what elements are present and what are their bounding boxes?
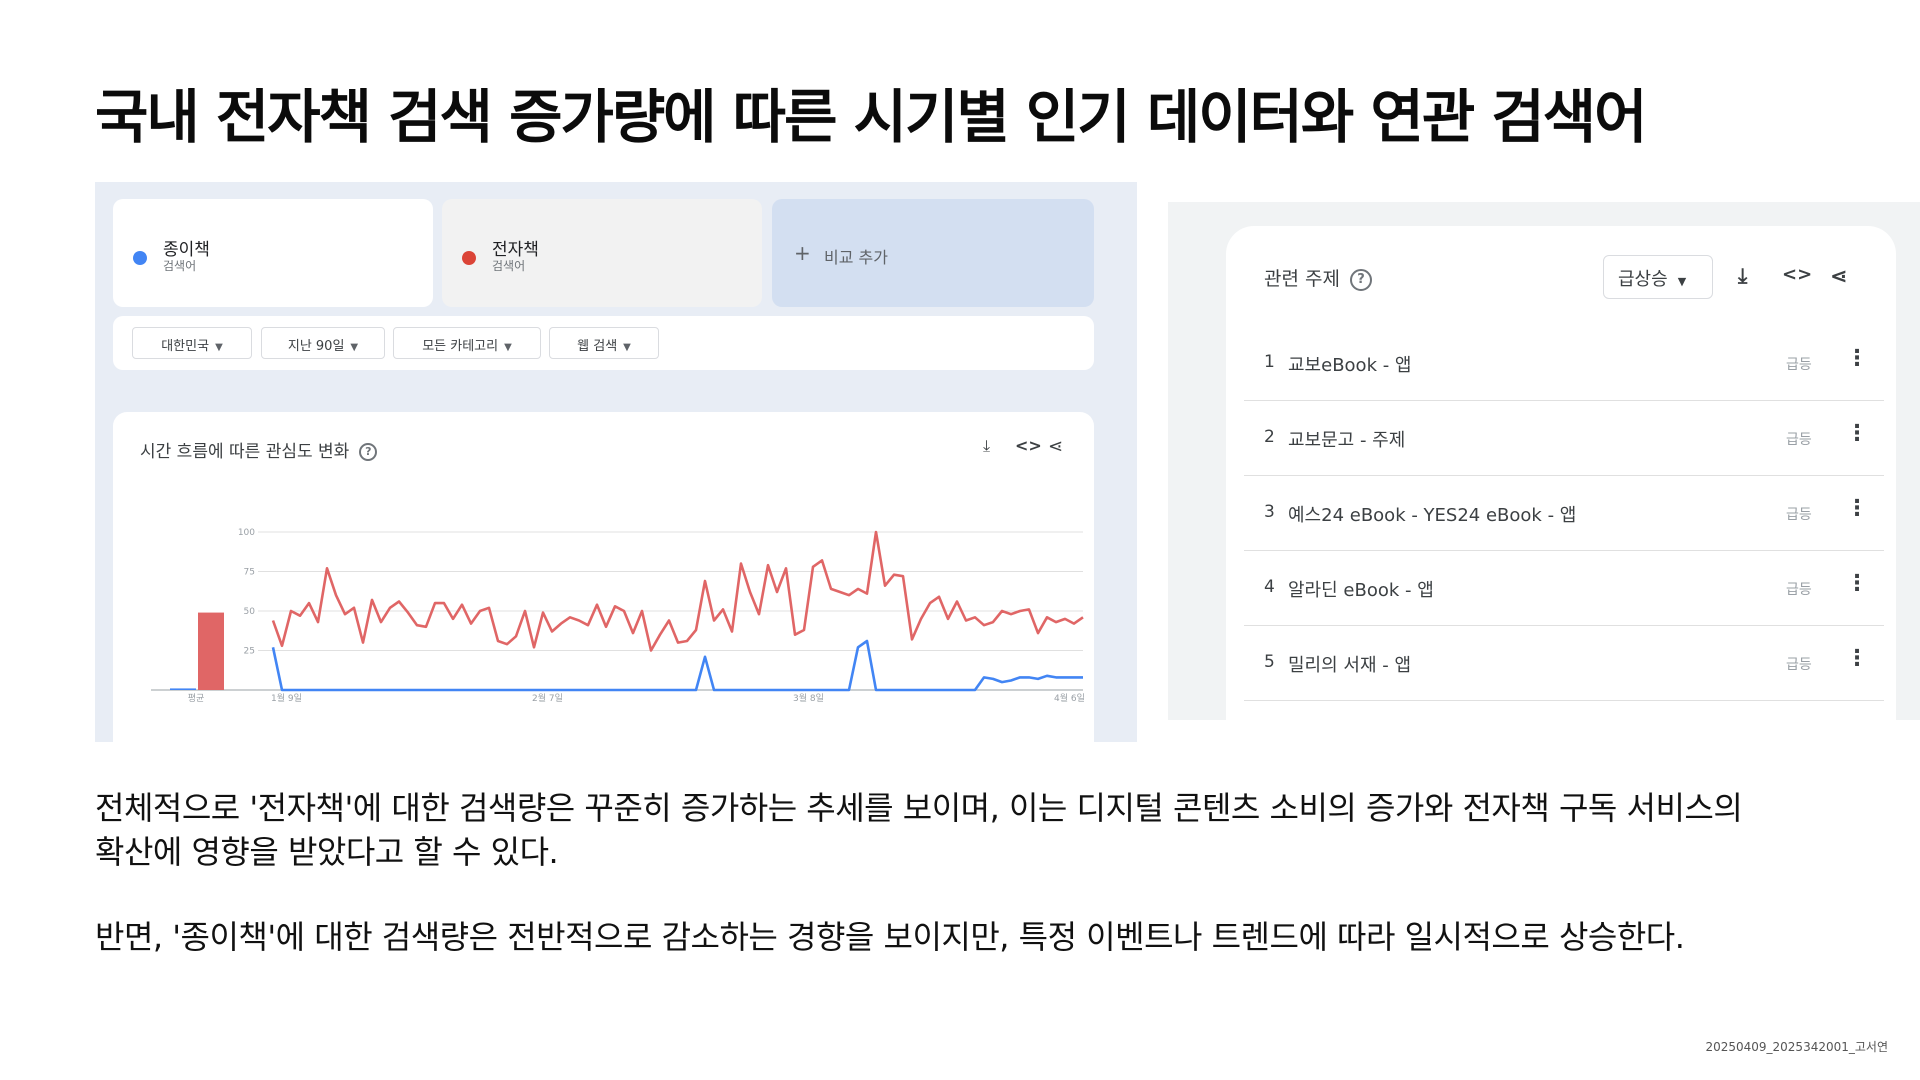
more-vert-icon[interactable]: ⋮	[1846, 571, 1868, 596]
slide-title: 국내 전자책 검색 증가량에 따른 시기별 인기 데이터와 연관 검색어	[95, 83, 1647, 151]
average-bar	[198, 612, 224, 690]
rising-badge: 급등	[1786, 657, 1812, 673]
plus-icon: +	[794, 241, 811, 265]
x-tick-label: 3월 8일	[793, 692, 824, 704]
series-line-ebook	[271, 530, 1084, 652]
x-tick-label: 4월 6일	[1054, 692, 1085, 704]
related-item[interactable]: 1 교보eBook - 앱 급등 ⋮	[1244, 326, 1884, 401]
rank: 3	[1264, 502, 1275, 522]
filter-label: 지난 90일	[287, 339, 345, 354]
rank: 4	[1264, 577, 1275, 597]
term-color-dot	[462, 251, 476, 265]
filter-search-type[interactable]: 웹 검색 ▼	[549, 327, 659, 359]
series-line-paper-book	[271, 639, 1083, 692]
average-label: 평균	[188, 693, 205, 704]
rising-badge: 급등	[1786, 507, 1812, 523]
term-card-paper-book[interactable]: 종이책 검색어	[113, 199, 433, 307]
y-tick-label: 75	[244, 568, 255, 578]
interest-chart: 100 75 50 25 평균 1월 9일 2월 7일 3월 8일 4월 6일	[151, 528, 1085, 704]
help-icon[interactable]: ?	[359, 443, 378, 461]
rank: 5	[1264, 652, 1275, 672]
more-vert-icon[interactable]: ⋮	[1846, 646, 1868, 671]
related-item[interactable]: 2 교보문고 - 주제 급등 ⋮	[1244, 401, 1884, 476]
rising-badge: 급등	[1786, 357, 1812, 373]
y-tick-label: 50	[244, 607, 256, 617]
related-item[interactable]: 5 밀리의 서재 - 앱 급등 ⋮	[1244, 626, 1884, 701]
average-bar	[170, 688, 196, 690]
topic-text: 알라딘 eBook - 앱	[1288, 580, 1434, 601]
rank: 1	[1264, 352, 1275, 372]
filter-period[interactable]: 지난 90일 ▼	[261, 327, 385, 359]
topic-text: 교보eBook - 앱	[1288, 355, 1412, 376]
rising-badge: 급등	[1786, 582, 1812, 598]
related-item[interactable]: 4 알라딘 eBook - 앱 급등 ⋮	[1244, 551, 1884, 626]
paragraph-1-line-2: 확산에 영향을 받았다고 할 수 있다.	[95, 833, 559, 871]
filter-category[interactable]: 모든 카테고리 ▼	[393, 327, 541, 359]
more-vert-icon[interactable]: ⋮	[1846, 346, 1868, 371]
add-compare-button[interactable]: + 비교 추가	[772, 199, 1094, 307]
paragraph-1-line-1: 전체적으로 '전자책'에 대한 검색량은 꾸준히 증가하는 추세를 보이며, 이…	[95, 789, 1743, 827]
term-color-dot	[133, 251, 147, 265]
caret-down-icon: ▼	[623, 342, 631, 353]
filter-label: 웹 검색	[577, 339, 618, 354]
download-icon[interactable]: ⤓	[1738, 264, 1747, 289]
footer-id: 20250409_2025342001_고서연	[1705, 1040, 1888, 1054]
filter-label: 대한민국	[161, 339, 210, 354]
chart-title-text: 시간 흐름에 따른 관심도 변화	[140, 442, 350, 462]
embed-code-icon[interactable]: <>	[1782, 264, 1812, 285]
x-tick-label: 1월 9일	[271, 692, 302, 704]
caret-down-icon: ▼	[504, 342, 512, 353]
sort-label: 급상승	[1618, 269, 1668, 290]
topic-text: 교보문고 - 주제	[1288, 430, 1406, 451]
term-type: 검색어	[163, 259, 197, 273]
y-tick-label: 25	[244, 647, 255, 657]
share-icon[interactable]: ⋖	[1830, 264, 1848, 288]
caret-down-icon: ▼	[1677, 275, 1687, 288]
sort-dropdown[interactable]: 급상승 ▼	[1603, 255, 1713, 299]
related-title-text: 관련 주제	[1264, 268, 1340, 290]
rank: 2	[1264, 427, 1275, 447]
chart-title: 시간 흐름에 따른 관심도 변화?	[140, 437, 378, 462]
rising-badge: 급등	[1786, 432, 1812, 448]
related-topics-card: 관련 주제? 급상승 ▼ ⤓ <> ⋖ 1 교보eBook - 앱 급등 ⋮ 2 …	[1226, 226, 1896, 720]
embed-code-icon[interactable]: <>	[1015, 436, 1042, 455]
help-icon[interactable]: ?	[1349, 268, 1372, 291]
interest-over-time-card: 시간 흐름에 따른 관심도 변화? ⤓ <> ⋖ 100 75 50 25 평균 1월 9…	[113, 412, 1094, 742]
related-item[interactable]: 3 예스24 eBook - YES24 eBook - 앱 급등 ⋮	[1244, 476, 1884, 551]
paragraph-2: 반면, '종이책'에 대한 검색량은 전반적으로 감소하는 경향을 보이지만, …	[95, 918, 1685, 956]
related-screenshot: 관련 주제? 급상승 ▼ ⤓ <> ⋖ 1 교보eBook - 앱 급등 ⋮ 2 …	[1168, 202, 1920, 720]
filter-region[interactable]: 대한민국 ▼	[132, 327, 252, 359]
filter-label: 모든 카테고리	[422, 339, 499, 354]
term-type: 검색어	[492, 259, 526, 273]
topic-text: 밀리의 서재 - 앱	[1288, 655, 1412, 676]
y-tick-label: 100	[238, 528, 255, 538]
caret-down-icon: ▼	[350, 342, 359, 353]
topic-text: 예스24 eBook - YES24 eBook - 앱	[1288, 505, 1577, 526]
more-vert-icon[interactable]: ⋮	[1846, 421, 1868, 446]
related-title: 관련 주제?	[1264, 264, 1372, 291]
caret-down-icon: ▼	[215, 342, 223, 353]
filter-bar: 대한민국 ▼ 지난 90일 ▼ 모든 카테고리 ▼ 웹 검색 ▼	[113, 316, 1094, 370]
more-vert-icon[interactable]: ⋮	[1846, 496, 1868, 521]
trends-screenshot: 종이책 검색어 전자책 검색어 + 비교 추가 대한민국 ▼ 지난 90일 ▼ 모든…	[95, 182, 1137, 742]
download-icon[interactable]: ⤓	[983, 436, 990, 456]
add-compare-label: 비교 추가	[824, 248, 888, 267]
term-card-ebook[interactable]: 전자책 검색어	[442, 199, 762, 307]
x-tick-label: 2월 7일	[532, 692, 563, 704]
share-icon[interactable]: ⋖	[1048, 436, 1063, 457]
